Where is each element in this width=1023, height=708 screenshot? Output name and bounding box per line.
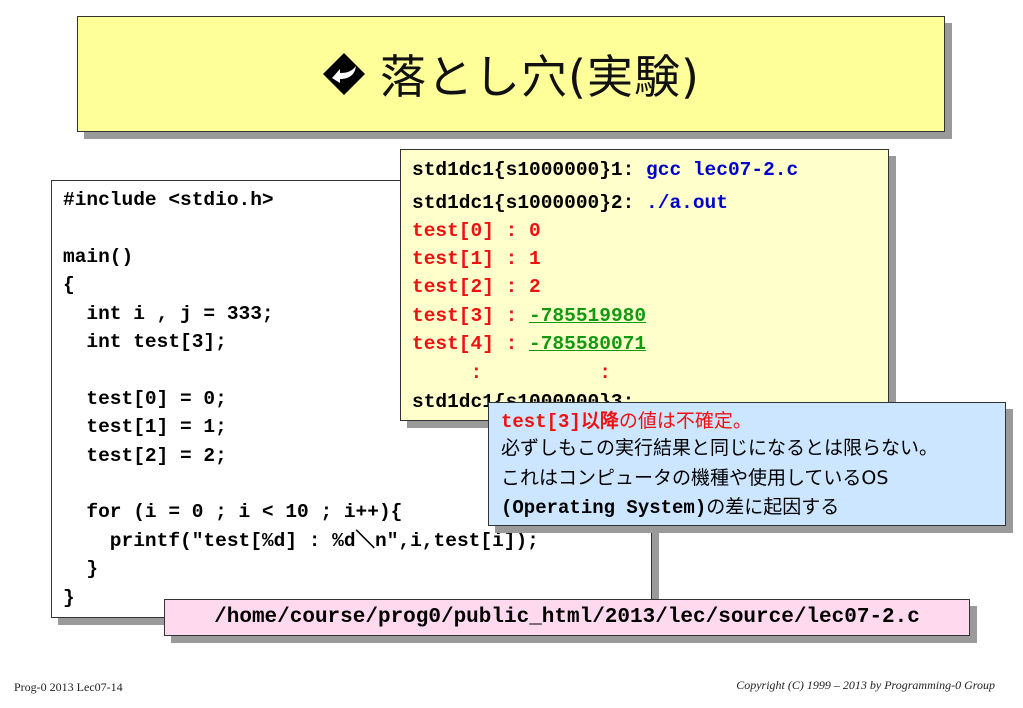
terminal-output: test[3] : -785519980 — [412, 305, 647, 327]
diamond-arrow-icon — [323, 53, 366, 95]
code-line: printf("test[%d] : %d＼n",i,test[i]); — [63, 529, 539, 552]
terminal-output: test[4] : -785580071 — [412, 333, 647, 355]
code-line: #include <stdio.h> — [63, 189, 274, 211]
title-row: 落とし穴(実験) — [322, 41, 700, 107]
footer-slide-id: Prog-0 2013 Lec07-14 — [14, 680, 123, 694]
code-line: main() — [63, 245, 134, 268]
terminal-output: test[2] : 2 — [412, 276, 541, 298]
code-line: for (i = 0 ; i < 10 ; i++){ — [63, 501, 403, 524]
terminal-output: test[0] : 0 — [412, 220, 541, 242]
note-line: (Operating System)の差に起因する — [501, 496, 840, 519]
code-line: int i , j = 333; — [63, 302, 274, 325]
source-path: /home/course/prog0/public_html/2013/lec/… — [214, 606, 920, 629]
terminal-output-panel: std1dc1{s1000000}1: gcc lec07-2.c std1dc… — [400, 149, 889, 421]
terminal-command: gcc lec07-2.c — [646, 159, 799, 181]
note-line: test[3]以降の値は不確定。 — [501, 410, 752, 433]
terminal-line: std1dc1{s1000000}2: ./a.out — [412, 192, 728, 214]
code-line: } — [63, 558, 99, 581]
note-line: これはコンピュータの機種や使用しているOS — [501, 467, 889, 489]
code-line: { — [63, 274, 75, 297]
code-line: test[0] = 0; — [63, 387, 227, 410]
terminal-line: std1dc1{s1000000}1: gcc lec07-2.c — [412, 159, 799, 181]
terminal-ellipsis: : : — [412, 362, 611, 384]
explanation-note: test[3]以降の値は不確定。 必ずしもこの実行結果と同じになるとは限らない。… — [488, 402, 1006, 526]
code-line: int test[3]; — [63, 331, 227, 354]
page-title: 落とし穴(実験) — [380, 50, 700, 104]
title-box: 落とし穴(実験) — [77, 16, 945, 132]
code-line: test[1] = 1; — [63, 416, 227, 439]
terminal-output: test[1] : 1 — [412, 248, 541, 270]
note-line: 必ずしもこの実行結果と同じになるとは限らない。 — [501, 437, 939, 459]
garbage-value: -785580071 — [529, 333, 647, 355]
code-line: test[2] = 2; — [63, 444, 227, 467]
footer-copyright: Copyright (C) 1999 – 2013 by Programming… — [736, 678, 995, 692]
garbage-value: -785519980 — [529, 305, 647, 327]
terminal-command: ./a.out — [646, 192, 728, 214]
source-path-box: /home/course/prog0/public_html/2013/lec/… — [164, 599, 970, 636]
code-line: } — [63, 586, 75, 609]
